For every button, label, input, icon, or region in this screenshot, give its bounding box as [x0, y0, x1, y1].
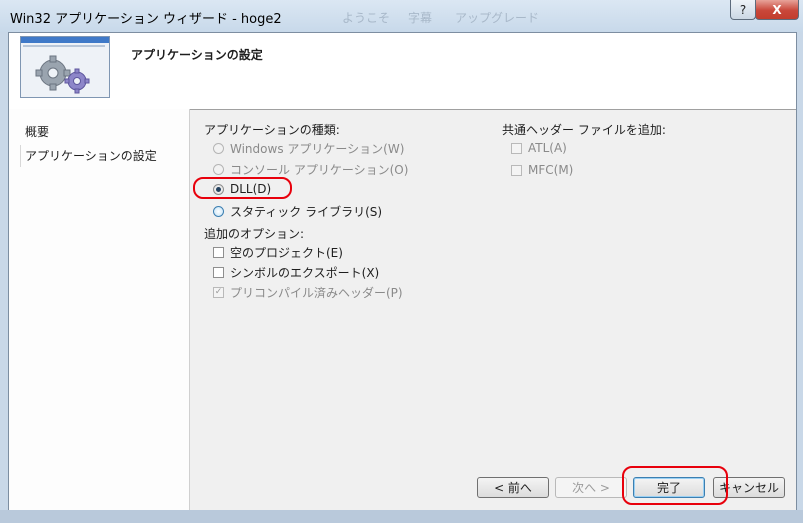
nav-selection-marker [20, 145, 21, 167]
check-precompiled-header-label: プリコンパイル済みヘッダー(P) [230, 286, 403, 300]
nav-item-overview[interactable]: 概要 [25, 123, 49, 140]
title-bar: Win32 アプリケーション ウィザード - hoge2 ようこそ 字幕 アップ… [0, 0, 803, 32]
radio-windows-app[interactable]: Windows アプリケーション(W) [213, 140, 404, 157]
checkbox-icon [511, 142, 522, 154]
check-empty-project-label: 空のプロジェクト(E) [230, 246, 343, 260]
window-bottom-edge [0, 510, 803, 523]
close-button[interactable]: X [755, 0, 799, 20]
checkbox-icon [213, 247, 224, 258]
check-atl[interactable]: ATL(A) [511, 141, 567, 155]
next-button[interactable]: 次へ > [555, 477, 627, 498]
back-button[interactable]: < 前へ [477, 477, 549, 498]
check-precompiled-header[interactable]: ✓ プリコンパイル済みヘッダー(P) [213, 284, 403, 301]
wizard-header: アプリケーションの設定 [9, 33, 796, 110]
radio-icon [213, 206, 224, 217]
nav-item-app-settings[interactable]: アプリケーションの設定 [25, 147, 157, 164]
check-export-symbols[interactable]: シンボルのエクスポート(X) [213, 264, 379, 281]
radio-windows-app-label: Windows アプリケーション(W) [230, 142, 405, 156]
wizard-gears-icon [20, 36, 110, 98]
close-icon: X [772, 2, 782, 17]
checkbox-checked-icon: ✓ [213, 287, 224, 298]
check-atl-label: ATL(A) [528, 141, 567, 155]
wizard-client-area: アプリケーションの設定 概要 アプリケーションの設定 アプリケーションの種類: … [8, 32, 797, 512]
check-mfc-label: MFC(M) [528, 163, 574, 177]
radio-icon [213, 164, 224, 175]
common-headers-label: 共通ヘッダー ファイルを追加: [502, 123, 666, 137]
ghost-tab-upgrade: アップグレード [455, 11, 540, 25]
extra-options-label: 追加のオプション: [204, 227, 305, 241]
page-title: アプリケーションの設定 [131, 48, 263, 62]
dll-highlight-annotation [193, 177, 292, 199]
help-button[interactable]: ? [730, 0, 756, 20]
checkbox-icon [213, 267, 224, 278]
check-mfc[interactable]: MFC(M) [511, 163, 573, 177]
check-export-symbols-label: シンボルのエクスポート(X) [230, 266, 380, 280]
app-type-label: アプリケーションの種類: [204, 123, 340, 137]
checkbox-icon [511, 164, 522, 176]
radio-static-lib[interactable]: スタティック ライブラリ(S) [213, 203, 382, 220]
radio-console-app-label: コンソール アプリケーション(O) [230, 163, 409, 177]
radio-static-lib-label: スタティック ライブラリ(S) [230, 205, 383, 219]
ghost-tab-welcome: ようこそ [342, 11, 391, 25]
radio-icon [213, 143, 224, 154]
wizard-nav-pane: 概要 アプリケーションの設定 [9, 109, 190, 511]
window-title: Win32 アプリケーション ウィザード - hoge2 [10, 12, 282, 27]
finish-highlight-annotation [622, 466, 728, 505]
check-empty-project[interactable]: 空のプロジェクト(E) [213, 244, 343, 261]
radio-console-app[interactable]: コンソール アプリケーション(O) [213, 161, 408, 178]
gears-icon [35, 55, 90, 94]
help-icon: ? [739, 2, 747, 17]
ghost-tab-subtitle: 字幕 [408, 11, 433, 25]
